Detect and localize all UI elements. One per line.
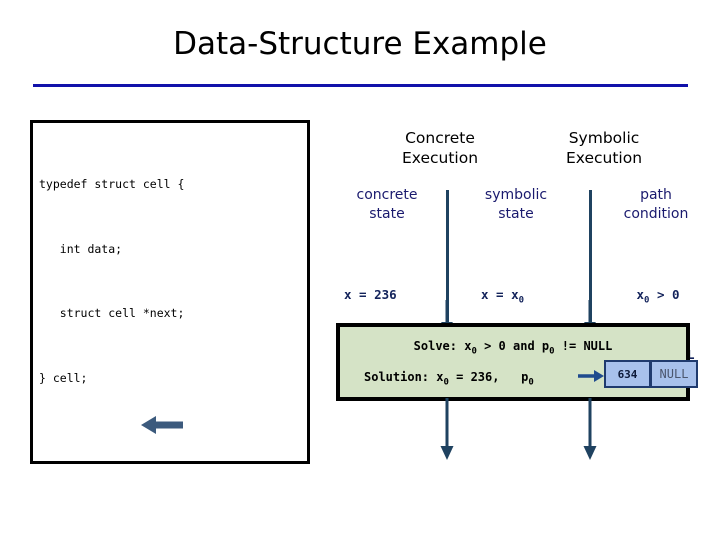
cell-data-field: 634: [604, 360, 651, 388]
solve-line: Solve: x0 > 0 and p0 != NULL: [340, 339, 686, 356]
source-code-panel: typedef struct cell { int data; struct c…: [30, 120, 310, 464]
concrete-state-label: concrete state: [332, 186, 442, 224]
path-condition-label-line1: path: [640, 187, 672, 203]
concrete-execution-heading: Concrete Execution: [354, 128, 526, 168]
symbolic-execution-heading-line1: Symbolic: [568, 129, 640, 147]
code-line-4: } cell;: [39, 370, 88, 385]
pointer-arrow-icon: [578, 370, 604, 382]
symbolic-execution-heading-line2: Execution: [565, 149, 643, 167]
concrete-state-label-line1: concrete: [356, 187, 418, 203]
symbolic-state-label: symbolic state: [460, 186, 572, 224]
page-title: Data-Structure Example: [173, 26, 547, 62]
path-condition-label: path condition: [600, 186, 712, 224]
constraint-solver-box: Solve: x0 > 0 and p0 != NULL Solution: x…: [336, 323, 698, 401]
return-pointer-arrow-icon: [141, 416, 183, 434]
slide-canvas: Data-Structure Example typedef struct ce…: [0, 0, 720, 540]
cell-next-field: NULL: [651, 360, 698, 388]
symbolic-state-label-line2: state: [498, 206, 534, 222]
path-condition-label-line2: condition: [623, 206, 689, 222]
concrete-execution-heading-line1: Concrete: [405, 129, 475, 147]
symbolic-execution-heading: Symbolic Execution: [518, 128, 690, 168]
solution-p-sub: 0: [528, 377, 534, 388]
solve-tail: != NULL: [554, 339, 613, 353]
code-line-3: struct cell *next;: [39, 306, 185, 320]
concrete-state-label-line2: state: [369, 206, 405, 222]
code-line-1: typedef struct cell {: [39, 177, 185, 191]
path-condition-row-1: x0 > 0: [598, 285, 718, 305]
path-condition-row-1-pre: x: [636, 287, 644, 302]
solve-mid: > 0 and p: [476, 339, 550, 353]
symbolic-state-row-1-text: x = x: [481, 287, 519, 302]
flow-arrow-down-out-right-icon: [583, 398, 597, 460]
symbolic-state-row-1-sub: 0: [518, 295, 525, 306]
heap-cell-diagram: 634 NULL: [604, 360, 698, 388]
title-divider: [33, 84, 688, 87]
flow-arrow-down-out-left-icon: [440, 398, 454, 460]
symbolic-state-label-line1: symbolic: [484, 187, 548, 203]
solution-label: Solution:: [364, 370, 437, 384]
solution-mid: = 236, p: [448, 370, 529, 384]
concrete-execution-heading-line2: Execution: [401, 149, 479, 167]
solve-label: Solve:: [413, 339, 465, 353]
symbolic-state-row-1: x = x0: [481, 285, 591, 305]
code-line-2: int data;: [39, 241, 123, 256]
solution-line: Solution: x0 = 236, p0: [364, 370, 534, 388]
path-condition-row-1-post: > 0: [649, 287, 680, 302]
